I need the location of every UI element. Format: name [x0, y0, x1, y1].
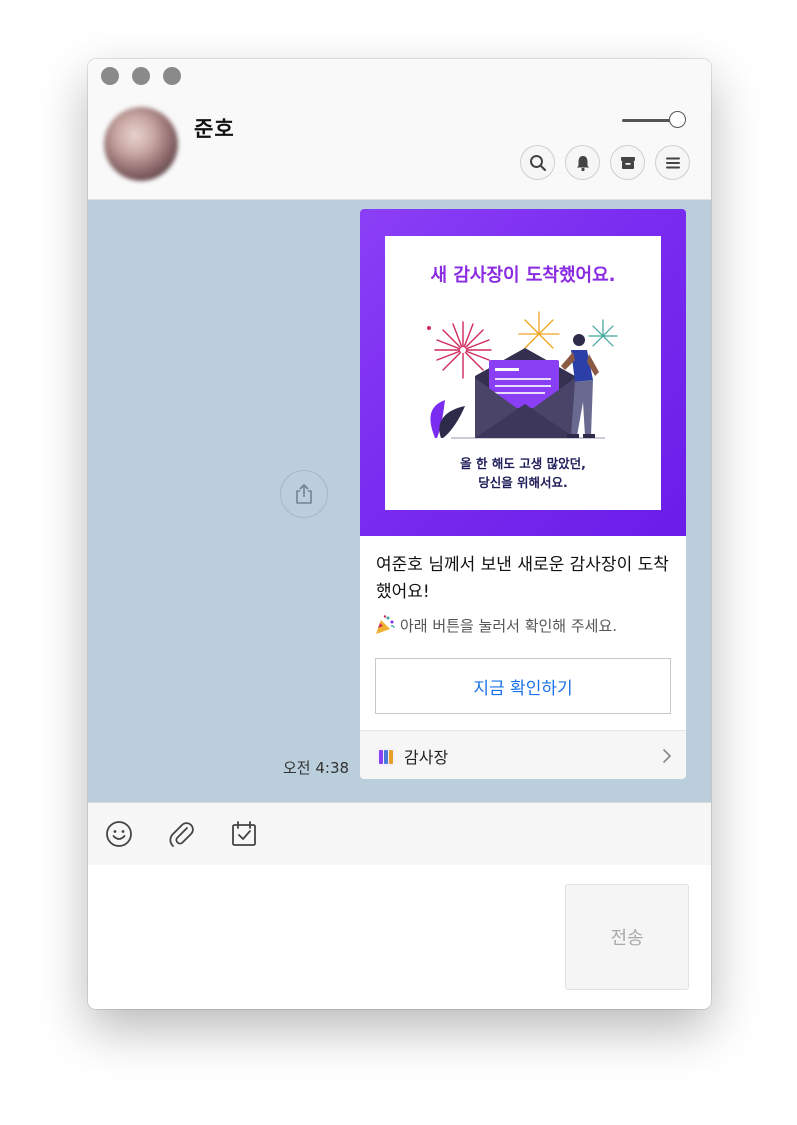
banner-title: 새 감사장이 도착했어요.: [430, 265, 616, 286]
check-now-button[interactable]: 지금 확인하기: [375, 658, 671, 714]
transparency-slider-knob[interactable]: [669, 111, 686, 128]
card-footer[interactable]: 감사장: [360, 730, 686, 779]
window-close-button[interactable]: [101, 67, 119, 85]
chat-header: 준호: [88, 59, 711, 200]
search-button[interactable]: [520, 145, 555, 180]
archive-icon: [620, 156, 635, 169]
composer: 전송: [88, 865, 711, 1009]
share-icon: [296, 484, 312, 504]
gift-icon: [377, 747, 395, 766]
chat-title: 준호: [194, 117, 235, 141]
emoji-button[interactable]: [104, 819, 134, 849]
card-message-text: 여준호 님께서 보낸 새로운 감사장이 도착했어요!: [376, 555, 669, 602]
schedule-button[interactable]: [229, 819, 259, 849]
card-description: 아래 버튼을 눌러서 확인해 주세요.: [374, 614, 617, 636]
banner-subtitle-line2: 당신을 위해서요.: [478, 475, 568, 490]
card-description-text: 아래 버튼을 눌러서 확인해 주세요.: [400, 616, 618, 635]
message-timestamp: 오전 4:38: [283, 759, 350, 777]
chat-message-area[interactable]: 오전 4:38 새 감사장이 도착했어요. 올 한 해도 고생 많았던, 당신을…: [88, 200, 711, 802]
card-footer-label: 감사장: [404, 747, 449, 767]
message-input[interactable]: [100, 877, 554, 991]
party-popper-icon: [376, 615, 395, 634]
envelope-illustration: [427, 311, 618, 439]
card-banner-inner: 새 감사장이 도착했어요. 올 한 해도 고생 많았던, 당신을 위해서요.: [385, 236, 661, 510]
calendar-icon: [232, 821, 256, 846]
menu-icon: [665, 157, 680, 168]
notification-button[interactable]: [565, 145, 600, 180]
paperclip-icon: [169, 822, 194, 847]
search-icon: [529, 154, 546, 171]
archive-button[interactable]: [610, 145, 645, 180]
chat-window: 준호 오전 4:38 새 감사장이 도착했어요. 올 한 해도 고생 많았던, …: [88, 59, 711, 1009]
attach-file-button[interactable]: [166, 819, 196, 849]
share-button[interactable]: [280, 470, 328, 518]
card-banner[interactable]: 새 감사장이 도착했어요. 올 한 해도 고생 많았던, 당신을 위해서요.: [360, 209, 686, 536]
transparency-slider-track[interactable]: [622, 119, 674, 122]
avatar[interactable]: [104, 107, 178, 181]
emoji-icon: [106, 821, 132, 847]
send-button[interactable]: 전송: [565, 884, 689, 990]
banner-subtitle-line1: 올 한 해도 고생 많았던,: [460, 456, 586, 471]
chevron-right-icon: [663, 749, 671, 763]
window-minimize-button[interactable]: [132, 67, 150, 85]
bell-icon: [576, 155, 589, 171]
gift-card-message[interactable]: 새 감사장이 도착했어요. 올 한 해도 고생 많았던, 당신을 위해서요. 여…: [360, 209, 686, 779]
composer-toolbar: [88, 802, 711, 866]
banner-subtitle: 올 한 해도 고생 많았던, 당신을 위해서요.: [385, 454, 661, 492]
window-zoom-button[interactable]: [163, 67, 181, 85]
menu-button[interactable]: [655, 145, 690, 180]
